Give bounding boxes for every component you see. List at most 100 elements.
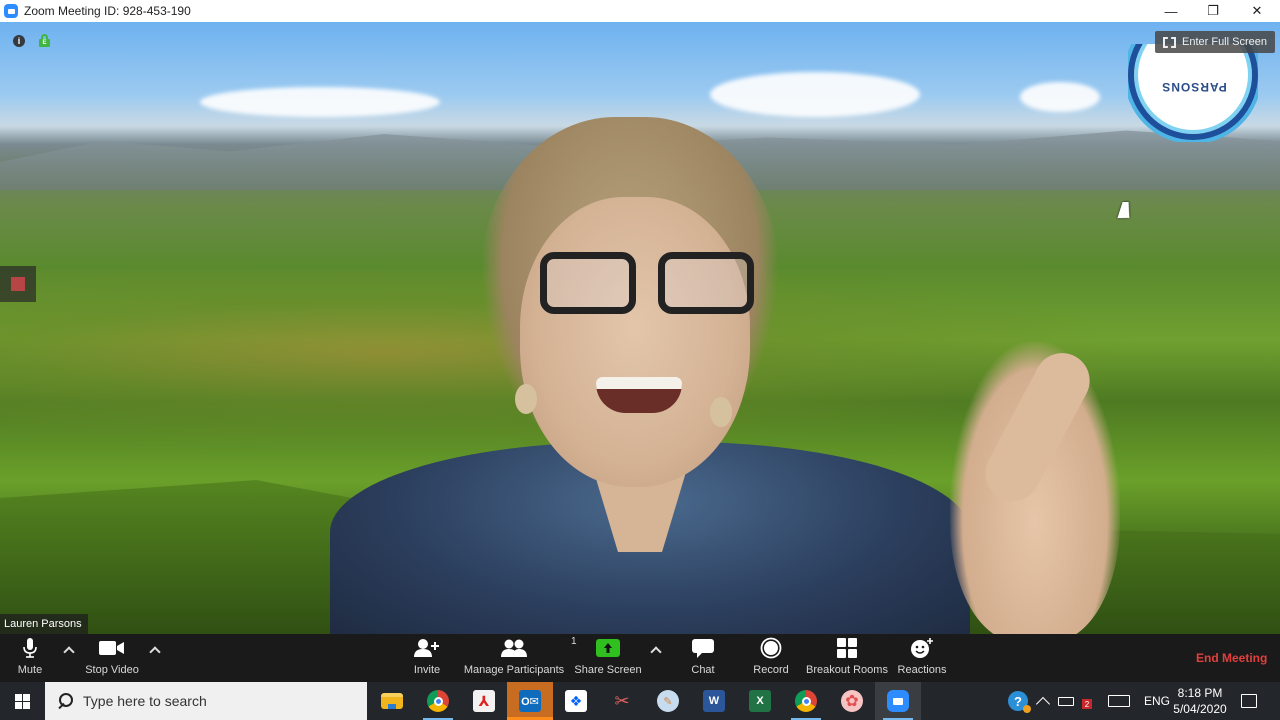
end-meeting-button[interactable]: End Meeting xyxy=(1196,651,1267,665)
mute-label: Mute xyxy=(17,664,43,676)
video-camera-icon xyxy=(99,634,125,662)
start-button[interactable] xyxy=(0,682,45,720)
help-glyph: ? xyxy=(1014,693,1022,709)
manage-participants-button[interactable]: 1 Manage Participants xyxy=(462,634,577,682)
record-label: Record xyxy=(753,664,789,676)
participants-label: Manage Participants xyxy=(463,664,565,676)
search-input[interactable] xyxy=(83,693,343,709)
cloud xyxy=(1020,82,1100,112)
encryption-badge: E xyxy=(39,39,50,47)
search-icon xyxy=(57,693,73,709)
enter-fullscreen-button[interactable]: Enter Full Screen xyxy=(1155,31,1275,53)
add-user-icon xyxy=(414,634,440,662)
show-hidden-icons-chevron-icon[interactable] xyxy=(1035,696,1051,712)
participant-name: Lauren Parsons xyxy=(4,618,82,630)
windows-taskbar: ⅄ O✉ ❖ ✂ ✎ W X ✿ ? 2 ENG 8:18 PM 5/04/20… xyxy=(0,682,1280,720)
notifications-icon xyxy=(1241,694,1257,708)
restore-icon: ❐ xyxy=(1207,3,1219,18)
video-options-chevron-icon[interactable] xyxy=(149,644,161,656)
taskbar-search[interactable] xyxy=(45,682,367,720)
window-titlebar: Zoom Meeting ID: 928-453-190 — ❐ ✕ xyxy=(0,0,1280,22)
restore-button[interactable]: ❐ xyxy=(1192,0,1234,22)
excel-icon: X xyxy=(749,690,771,712)
participant-name-tag: Lauren Parsons xyxy=(0,614,88,634)
emoji-plus-icon xyxy=(910,634,934,662)
action-center-button[interactable] xyxy=(1241,682,1257,720)
encryption-lock-icon[interactable]: E xyxy=(39,34,50,47)
recording-indicator[interactable] xyxy=(0,266,36,302)
taskbar-app-excel[interactable]: X xyxy=(737,682,783,720)
record-button[interactable]: Record xyxy=(751,634,791,682)
share-screen-label: Share Screen xyxy=(574,664,642,676)
parsons-logo: PARSONS xyxy=(1128,44,1258,142)
taskbar-app-file-explorer[interactable] xyxy=(369,682,415,720)
record-icon xyxy=(760,634,782,662)
stop-video-label: Stop Video xyxy=(85,664,139,676)
taskbar-app-petal[interactable]: ✿ xyxy=(829,682,875,720)
mouth xyxy=(596,377,682,413)
stop-video-button[interactable]: Stop Video xyxy=(82,634,142,682)
breakout-rooms-label: Breakout Rooms xyxy=(806,664,888,676)
taskbar-app-word[interactable]: W xyxy=(691,682,737,720)
minimize-icon: — xyxy=(1164,3,1178,19)
breakout-rooms-button[interactable]: Breakout Rooms xyxy=(805,634,889,682)
stop-square-icon xyxy=(11,277,25,291)
clock[interactable]: 8:18 PM 5/04/2020 xyxy=(1170,685,1230,717)
taskbar-app-snipping-tool[interactable]: ✂ xyxy=(599,682,645,720)
notification-app-icon[interactable]: 2 xyxy=(1082,693,1098,709)
glasses xyxy=(540,252,760,318)
invite-button[interactable]: Invite xyxy=(410,634,444,682)
taskbar-app-chrome-profile[interactable] xyxy=(783,682,829,720)
system-tray: ? 2 ENG xyxy=(1008,682,1170,720)
audio-options-chevron-icon[interactable] xyxy=(63,644,75,656)
share-screen-icon-wrap xyxy=(596,634,620,662)
zoom-app-icon xyxy=(4,4,18,18)
breakout-rooms-icon xyxy=(837,634,857,662)
mute-button[interactable]: Mute xyxy=(12,634,48,682)
tray-badge: 2 xyxy=(1082,699,1092,709)
language-indicator[interactable]: ENG xyxy=(1144,694,1170,708)
taskbar-app-acrobat[interactable]: ⅄ xyxy=(461,682,507,720)
share-options-chevron-icon[interactable] xyxy=(650,644,662,656)
close-icon: ✕ xyxy=(1251,3,1263,18)
taskbar-app-zoom[interactable] xyxy=(875,682,921,720)
keyboard-icon[interactable] xyxy=(1108,695,1130,707)
window-title: Zoom Meeting ID: 928-453-190 xyxy=(24,4,191,18)
minimize-button[interactable]: — xyxy=(1150,0,1192,22)
cloud xyxy=(710,72,920,117)
reactions-label: Reactions xyxy=(897,664,947,676)
chat-bubble-icon xyxy=(692,634,714,662)
battery-icon[interactable] xyxy=(1058,696,1074,706)
taskbar-app-dropbox[interactable]: ❖ xyxy=(553,682,599,720)
earring xyxy=(710,397,732,427)
outlook-icon: O✉ xyxy=(519,690,541,712)
fullscreen-icon xyxy=(1163,36,1176,48)
reactions-button[interactable]: Reactions xyxy=(896,634,948,682)
info-glyph: i xyxy=(17,36,21,46)
taskbar-app-paint[interactable]: ✎ xyxy=(645,682,691,720)
chat-label: Chat xyxy=(691,664,715,676)
help-icon[interactable]: ? xyxy=(1008,691,1031,713)
participants-icon: 1 xyxy=(501,634,577,662)
pdf-icon: ⅄ xyxy=(473,690,495,712)
folder-icon xyxy=(381,693,403,709)
dropbox-icon: ❖ xyxy=(565,690,587,712)
zoom-icon xyxy=(887,690,909,712)
fullscreen-label: Enter Full Screen xyxy=(1182,36,1267,48)
chat-button[interactable]: Chat xyxy=(687,634,719,682)
petal-icon: ✿ xyxy=(841,690,863,712)
invite-label: Invite xyxy=(413,664,441,676)
close-button[interactable]: ✕ xyxy=(1236,0,1278,22)
chrome-profile-icon xyxy=(795,690,817,712)
taskbar-app-chrome[interactable] xyxy=(415,682,461,720)
paint-palette-icon: ✎ xyxy=(657,690,679,712)
meeting-toolbar: Mute Stop Video Invite 1 Manage Particip… xyxy=(0,634,1280,682)
info-icon[interactable]: i xyxy=(13,35,25,47)
share-screen-button[interactable]: Share Screen xyxy=(574,634,642,682)
cloud xyxy=(200,87,440,117)
clock-date: 5/04/2020 xyxy=(1173,702,1227,716)
taskbar-app-outlook[interactable]: O✉ xyxy=(507,682,553,720)
windows-logo-icon xyxy=(15,693,30,709)
clock-time: 8:18 PM xyxy=(1177,686,1223,700)
video-feed[interactable]: PARSONS xyxy=(0,22,1280,634)
